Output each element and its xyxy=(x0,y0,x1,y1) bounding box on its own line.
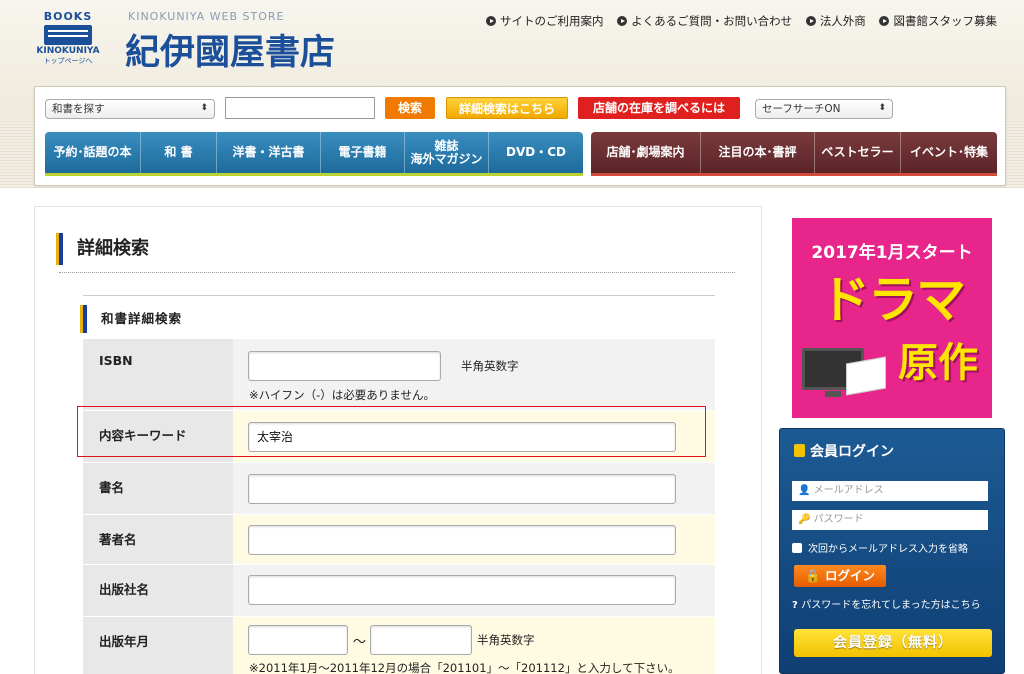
lock-icon: 🔒 xyxy=(805,568,825,583)
arrow-circle-icon xyxy=(486,16,496,26)
ad-line3: 原作 xyxy=(898,340,978,386)
category-select[interactable]: 和書を探す ⬍ xyxy=(45,99,215,119)
remember-email-checkbox[interactable]: 次回からメールアドレス入力を省略 xyxy=(792,540,968,555)
book-icon xyxy=(846,356,886,396)
section-divider xyxy=(83,295,715,296)
pubdate-separator: ～ xyxy=(353,635,367,650)
question-icon: ? xyxy=(792,600,802,611)
publisher-input[interactable] xyxy=(248,575,676,605)
publisher-row: 出版社名 xyxy=(83,565,715,617)
search-input[interactable] xyxy=(225,97,375,119)
publisher-label: 出版社名 xyxy=(83,565,233,616)
nav-ebooks[interactable]: 電子書籍 xyxy=(321,132,405,173)
search-button[interactable]: 検索 xyxy=(385,97,435,119)
main-nav-left: 予約･話題の本 和 書 洋書・洋古書 電子書籍 雑誌 海外マガジン DVD・CD xyxy=(45,132,583,176)
pubdate-label: 出版年月 xyxy=(83,617,233,674)
header-links: サイトのご利用案内 よくあるご質問・お問い合わせ 法人外商 図書館スタッフ募集 xyxy=(486,13,1007,29)
pubdate-from-input[interactable] xyxy=(248,625,348,655)
forgot-password-link[interactable]: ? パスワードを忘れてしまった方はこちら xyxy=(792,596,981,611)
keyword-highlight-box xyxy=(77,406,706,457)
pubdate-unit: 半角英数字 xyxy=(477,633,535,647)
nav-bestsellers[interactable]: ベストセラー xyxy=(815,132,901,173)
title-label: 書名 xyxy=(83,463,233,514)
safesearch-select[interactable]: セーフサーチON ⬍ xyxy=(755,99,893,119)
logo-kinokuniya-text: KINOKUNIYA xyxy=(36,46,100,56)
login-title: 会員ログイン xyxy=(794,441,894,461)
store-name-jp[interactable]: 紀伊國屋書店 xyxy=(125,24,335,75)
isbn-note: ※ハイフン（-）は必要ありません。 xyxy=(249,388,435,402)
header-link-corporate[interactable]: 法人外商 xyxy=(805,14,866,28)
header-link-recruit[interactable]: 図書館スタッフ募集 xyxy=(879,14,997,28)
logo-top-link-text: トップページへ xyxy=(43,57,93,65)
pubdate-row: 出版年月 ～ 半角英数字 ※2011年1月～2011年12月の場合「201101… xyxy=(83,617,715,674)
isbn-row: ISBN 半角英数字 ※ハイフン（-）は必要ありません。 xyxy=(83,339,715,411)
bookshelf-icon xyxy=(44,25,92,45)
safesearch-value: セーフサーチON xyxy=(762,103,841,115)
category-select-value: 和書を探す xyxy=(52,103,105,115)
member-login-panel: 会員ログイン 👤 メールアドレス 🔑 パスワード 次回からメールアドレス入力を省… xyxy=(779,428,1005,674)
select-arrows-icon: ⬍ xyxy=(878,103,886,113)
ad-line2: ドラマ xyxy=(820,271,966,329)
nav-stores[interactable]: 店舗･劇場案内 xyxy=(591,132,701,173)
search-nav-panel: 和書を探す ⬍ 検索 詳細検索はこちら 店舗の在庫を調べるには セーフサーチON ⬍… xyxy=(34,86,1006,186)
isbn-input[interactable] xyxy=(248,351,441,381)
author-row: 著者名 xyxy=(83,515,715,565)
section-title: 和書詳細検索 xyxy=(83,305,182,333)
logo-books-text: BOOKS xyxy=(43,10,93,23)
author-label: 著者名 xyxy=(83,515,233,564)
nav-magazines[interactable]: 雑誌 海外マガジン xyxy=(405,132,489,173)
register-button[interactable]: 会員登録（無料） xyxy=(794,629,992,657)
nav-japanese-books[interactable]: 和 書 xyxy=(141,132,217,173)
lock-icon xyxy=(794,444,805,457)
pubdate-to-input[interactable] xyxy=(370,625,472,655)
main-nav-right: 店舗･劇場案内 注目の本･書評 ベストセラー イベント･特集 xyxy=(591,132,997,176)
page-title: 詳細検索 xyxy=(59,233,149,265)
arrow-circle-icon xyxy=(805,16,816,26)
drama-ad-banner[interactable]: 2017年1月スタート ドラマ 原作 xyxy=(792,218,992,418)
nav-reviews[interactable]: 注目の本･書評 xyxy=(701,132,815,173)
nav-dvd-cd[interactable]: DVD・CD xyxy=(489,132,583,173)
nav-events[interactable]: イベント･特集 xyxy=(901,132,997,173)
header-link-faq[interactable]: よくあるご質問・お問い合わせ xyxy=(617,14,792,28)
pubdate-note: ※2011年1月～2011年12月の場合「201101」～「201112」と入力… xyxy=(249,661,680,674)
site-logo[interactable]: BOOKS KINOKUNIYA トップページへ xyxy=(28,10,108,70)
isbn-unit: 半角英数字 xyxy=(461,359,519,373)
login-button[interactable]: 🔒 ログイン xyxy=(794,565,886,587)
store-stock-button[interactable]: 店舗の在庫を調べるには xyxy=(578,97,740,119)
title-input[interactable] xyxy=(248,474,676,504)
arrow-circle-icon xyxy=(617,16,628,26)
arrow-circle-icon xyxy=(879,16,890,26)
key-icon: 🔑 xyxy=(798,514,814,525)
email-field[interactable]: 👤 メールアドレス xyxy=(792,481,988,501)
checkbox[interactable] xyxy=(792,543,802,553)
isbn-label: ISBN xyxy=(83,339,233,410)
advanced-search-button[interactable]: 詳細検索はこちら xyxy=(446,97,568,119)
nav-reservations[interactable]: 予約･話題の本 xyxy=(45,132,141,173)
author-input[interactable] xyxy=(248,525,676,555)
header-link-guide[interactable]: サイトのご利用案内 xyxy=(486,14,604,28)
password-field[interactable]: 🔑 パスワード xyxy=(792,510,988,530)
nav-foreign-books[interactable]: 洋書・洋古書 xyxy=(217,132,321,173)
select-arrows-icon: ⬍ xyxy=(200,103,208,113)
store-name-en: KINOKUNIYA WEB STORE xyxy=(128,10,285,23)
title-divider xyxy=(59,272,735,273)
title-row: 書名 xyxy=(83,463,715,515)
user-icon: 👤 xyxy=(798,485,814,496)
